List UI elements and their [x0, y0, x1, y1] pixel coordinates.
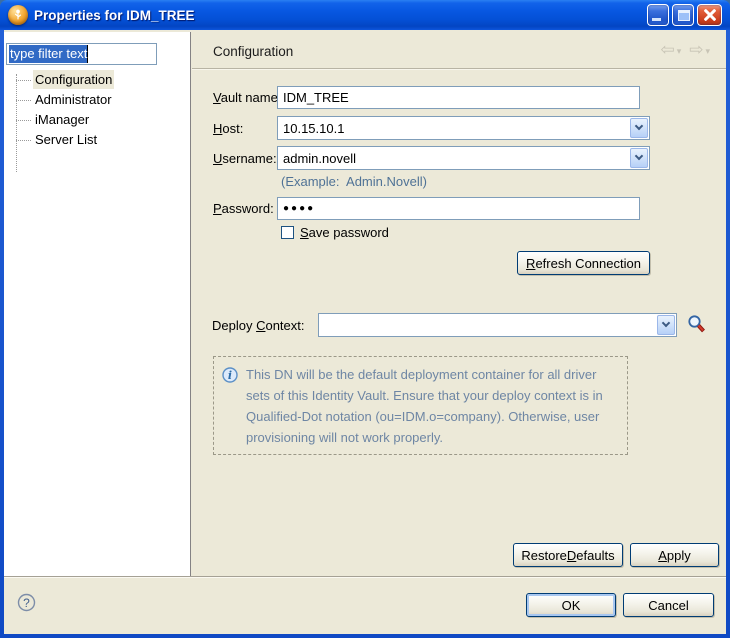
- forward-history-dropdown-icon[interactable]: ▾: [705, 46, 710, 57]
- panel-header: Configuration ⇦ ▾ ⇨ ▾: [192, 32, 726, 69]
- novell-designer-tree-icon: [8, 5, 28, 25]
- deploy-context-label: Deploy Context:: [212, 318, 305, 333]
- chevron-down-icon: [634, 121, 644, 131]
- back-arrow-icon[interactable]: ⇦: [660, 40, 674, 60]
- maximize-icon: [678, 10, 690, 21]
- filter-input[interactable]: type filter text: [6, 43, 157, 65]
- chevron-down-icon: [661, 318, 671, 328]
- sidebar-item-imanager[interactable]: iManager: [4, 110, 190, 130]
- magnifier-icon: [688, 315, 705, 333]
- maximize-button[interactable]: [672, 4, 694, 26]
- title-bar: Properties for IDM_TREE: [0, 0, 730, 30]
- forward-arrow-icon[interactable]: ⇨: [689, 40, 703, 60]
- ok-button[interactable]: OK: [526, 593, 616, 617]
- username-dropdown-button[interactable]: [630, 148, 648, 168]
- refresh-connection-button[interactable]: Refresh Connection: [517, 251, 650, 275]
- question-mark-icon: ?: [17, 593, 36, 612]
- configuration-panel: Configuration ⇦ ▾ ⇨ ▾ Vault name: Host: …: [192, 32, 726, 576]
- sidebar-item-configuration[interactable]: Configuration: [4, 70, 190, 90]
- sidebar-item-administrator[interactable]: Administrator: [4, 90, 190, 110]
- deploy-context-dropdown-button[interactable]: [657, 315, 675, 335]
- svg-text:?: ?: [23, 596, 30, 610]
- minimize-button[interactable]: [647, 4, 669, 26]
- browse-deploy-context-button[interactable]: [686, 314, 708, 337]
- deploy-context-combobox[interactable]: [318, 313, 677, 337]
- checkbox-box[interactable]: [281, 226, 294, 239]
- cancel-button[interactable]: Cancel: [623, 593, 714, 617]
- deploy-context-note: i This DN will be the default deployment…: [213, 356, 628, 455]
- sidebar: type filter text Configuration Administr…: [4, 32, 191, 576]
- username-label: Username:: [213, 151, 277, 166]
- close-button[interactable]: [697, 4, 722, 26]
- properties-tree: Configuration Administrator iManager Ser…: [4, 70, 190, 172]
- properties-dialog-window: Properties for IDM_TREE type filter text…: [0, 0, 730, 638]
- sidebar-item-server-list[interactable]: Server List: [4, 130, 190, 150]
- vault-name-input[interactable]: [277, 86, 640, 109]
- info-icon: i: [222, 367, 238, 383]
- save-password-checkbox[interactable]: Save password: [281, 225, 389, 240]
- username-example-hint: (Example: Admin.Novell): [281, 174, 427, 189]
- restore-defaults-button[interactable]: Restore Defaults: [513, 543, 623, 567]
- dialog-button-bar: ? OK Cancel: [4, 576, 726, 634]
- back-history-dropdown-icon[interactable]: ▾: [677, 46, 682, 57]
- svg-text:i: i: [228, 369, 232, 382]
- host-combobox[interactable]: 10.15.10.1: [277, 116, 650, 140]
- apply-button[interactable]: Apply: [630, 543, 719, 567]
- chevron-down-icon: [634, 151, 644, 161]
- password-input[interactable]: ●●●●: [277, 197, 640, 220]
- host-label: Host:: [213, 121, 244, 136]
- vault-name-label: Vault name:: [213, 90, 282, 105]
- host-dropdown-button[interactable]: [630, 118, 648, 138]
- page-title: Configuration: [213, 44, 294, 59]
- note-text: This DN will be the default deployment c…: [246, 367, 603, 445]
- save-password-label: Save password: [300, 225, 389, 240]
- window-title: Properties for IDM_TREE: [34, 7, 195, 23]
- help-button[interactable]: ?: [17, 593, 36, 612]
- username-combobox[interactable]: admin.novell: [277, 146, 650, 170]
- password-label: Password:: [213, 201, 274, 216]
- filter-input-selected-text: type filter text: [9, 45, 89, 63]
- minimize-icon: [652, 18, 661, 21]
- dialog-content: type filter text Configuration Administr…: [4, 30, 726, 634]
